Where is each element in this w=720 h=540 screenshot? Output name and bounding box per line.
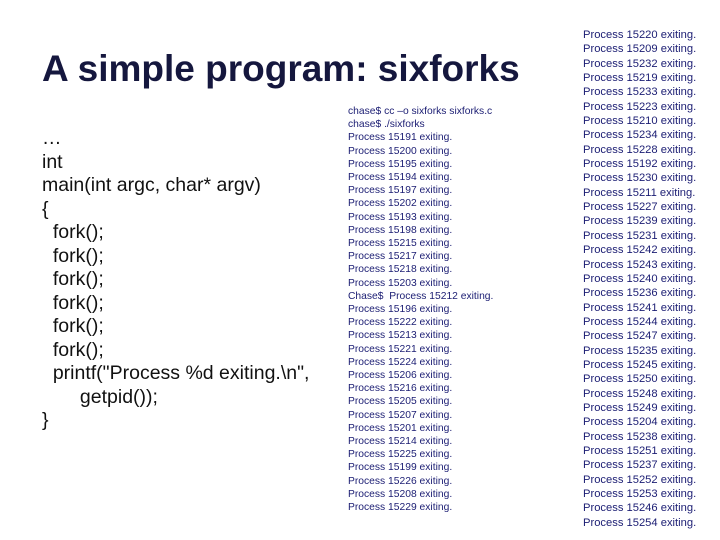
terminal-line: Process 15210 exiting. <box>583 115 697 128</box>
terminal-line: Process 15194 exiting. <box>348 172 453 184</box>
code-line: printf("Process %d exiting.\n", <box>42 362 310 384</box>
terminal-line: Process 15227 exiting. <box>583 201 697 214</box>
terminal-line: Chase$ Process 15212 exiting. <box>348 290 494 302</box>
terminal-line: Process 15229 exiting. <box>348 502 453 514</box>
terminal-line: Process 15225 exiting. <box>348 449 453 461</box>
terminal-line: Process 15226 exiting. <box>348 475 453 487</box>
terminal-line: Process 15238 exiting. <box>583 430 697 443</box>
code-line: int <box>42 150 63 173</box>
terminal-line: Process 15230 exiting. <box>583 172 697 185</box>
terminal-line: Process 15201 exiting. <box>348 422 453 434</box>
code-line: fork(); <box>42 338 104 361</box>
terminal-line: Process 15250 exiting. <box>583 373 697 386</box>
terminal-line: Process 15218 exiting. <box>348 264 453 276</box>
terminal-line: Process 15205 exiting. <box>348 396 453 408</box>
terminal-line: Process 15204 exiting. <box>583 416 697 429</box>
terminal-line: Process 15216 exiting. <box>348 383 453 395</box>
slide-title: A simple program: sixforks <box>42 48 520 89</box>
terminal-line: Process 15224 exiting. <box>348 356 453 368</box>
terminal-line: Process 15192 exiting. <box>583 158 697 171</box>
terminal-line: Process 15233 exiting. <box>583 86 697 99</box>
terminal-line: Process 15223 exiting. <box>583 100 697 113</box>
terminal-line: Process 15237 exiting. <box>583 459 697 472</box>
code-line: fork(); <box>42 244 104 267</box>
terminal-output-middle: chase$ cc –o sixforks sixforks.c chase$ .… <box>348 105 493 514</box>
code-line: … <box>42 127 62 149</box>
terminal-line: Process 15251 exiting. <box>583 444 697 457</box>
terminal-line: Process 15235 exiting. <box>583 344 697 357</box>
terminal-line: Process 15191 exiting. <box>348 132 453 144</box>
terminal-line: Process 15253 exiting. <box>583 488 697 500</box>
terminal-line: Process 15211 exiting. <box>583 186 696 199</box>
terminal-line: Process 15231 exiting. <box>583 229 697 242</box>
terminal-line: Process 15219 exiting. <box>583 72 697 85</box>
terminal-line: Process 15202 exiting. <box>348 198 453 210</box>
terminal-line: Process 15234 exiting. <box>583 129 697 142</box>
terminal-line: Process 15242 exiting. <box>583 244 697 257</box>
terminal-line: Process 15249 exiting. <box>583 401 697 414</box>
terminal-line: Process 15208 exiting. <box>348 488 453 500</box>
code-line: } <box>42 409 49 431</box>
terminal-line: Process 15206 exiting. <box>348 370 453 382</box>
terminal-line: Process 15193 exiting. <box>348 211 453 223</box>
terminal-line: chase$ ./sixforks <box>348 119 425 131</box>
terminal-line: Process 15195 exiting. <box>348 158 453 170</box>
terminal-line: Process 15247 exiting. <box>583 330 697 343</box>
terminal-line: Process 15221 exiting. <box>348 343 453 355</box>
terminal-line: Process 15197 exiting. <box>348 185 453 197</box>
terminal-line: Process 15203 exiting. <box>348 277 453 289</box>
terminal-line: Process 15196 exiting. <box>348 304 453 316</box>
terminal-line: Process 15252 exiting. <box>583 473 697 486</box>
code-line: getpid()); <box>42 385 158 408</box>
code-line: fork(); <box>42 291 104 314</box>
terminal-line: Process 15220 exiting. <box>583 29 697 41</box>
code-line: { <box>42 197 49 220</box>
terminal-line: Process 15228 exiting. <box>583 143 697 156</box>
terminal-line: Process 15240 exiting. <box>583 272 697 285</box>
terminal-line: Process 15232 exiting. <box>583 57 697 70</box>
terminal-line: Process 15241 exiting. <box>583 301 697 314</box>
code-line: main(int argc, char* argv) <box>42 174 261 196</box>
code-line: fork(); <box>42 221 104 243</box>
terminal-line: Process 15236 exiting. <box>583 287 697 300</box>
code-line: fork(); <box>42 315 104 337</box>
code-listing: … int main(int argc, char* argv){ fork(); … <box>42 127 309 433</box>
terminal-line: chase$ cc –o sixforks sixforks.c <box>348 106 493 117</box>
terminal-line: Process 15215 exiting. <box>348 238 453 250</box>
terminal-line: Process 15198 exiting. <box>348 224 453 236</box>
terminal-line: Process 15248 exiting. <box>583 387 697 400</box>
terminal-line: Process 15209 exiting. <box>583 43 697 56</box>
terminal-line: Process 15243 exiting. <box>583 258 697 271</box>
terminal-line: Process 15207 exiting. <box>348 409 453 421</box>
terminal-line: Process 15213 exiting. <box>348 330 453 342</box>
terminal-output-right: Process 15220 exiting. Process 15209 exit… <box>583 28 696 530</box>
code-line: fork(); <box>42 268 104 290</box>
terminal-line: Process 15199 exiting. <box>348 462 453 474</box>
terminal-line: Process 15244 exiting. <box>583 315 697 328</box>
terminal-line: Process 15200 exiting. <box>348 145 453 157</box>
terminal-line: Process 15217 exiting. <box>348 251 453 263</box>
terminal-line: Process 15214 exiting. <box>348 436 453 448</box>
terminal-line: Process 15246 exiting. <box>583 502 697 515</box>
terminal-line: Process 15245 exiting. <box>583 358 697 371</box>
terminal-line: Process 15239 exiting. <box>583 215 697 228</box>
terminal-line: Process 15222 exiting. <box>348 317 453 329</box>
terminal-line: Process 15254 exiting. <box>583 516 697 529</box>
